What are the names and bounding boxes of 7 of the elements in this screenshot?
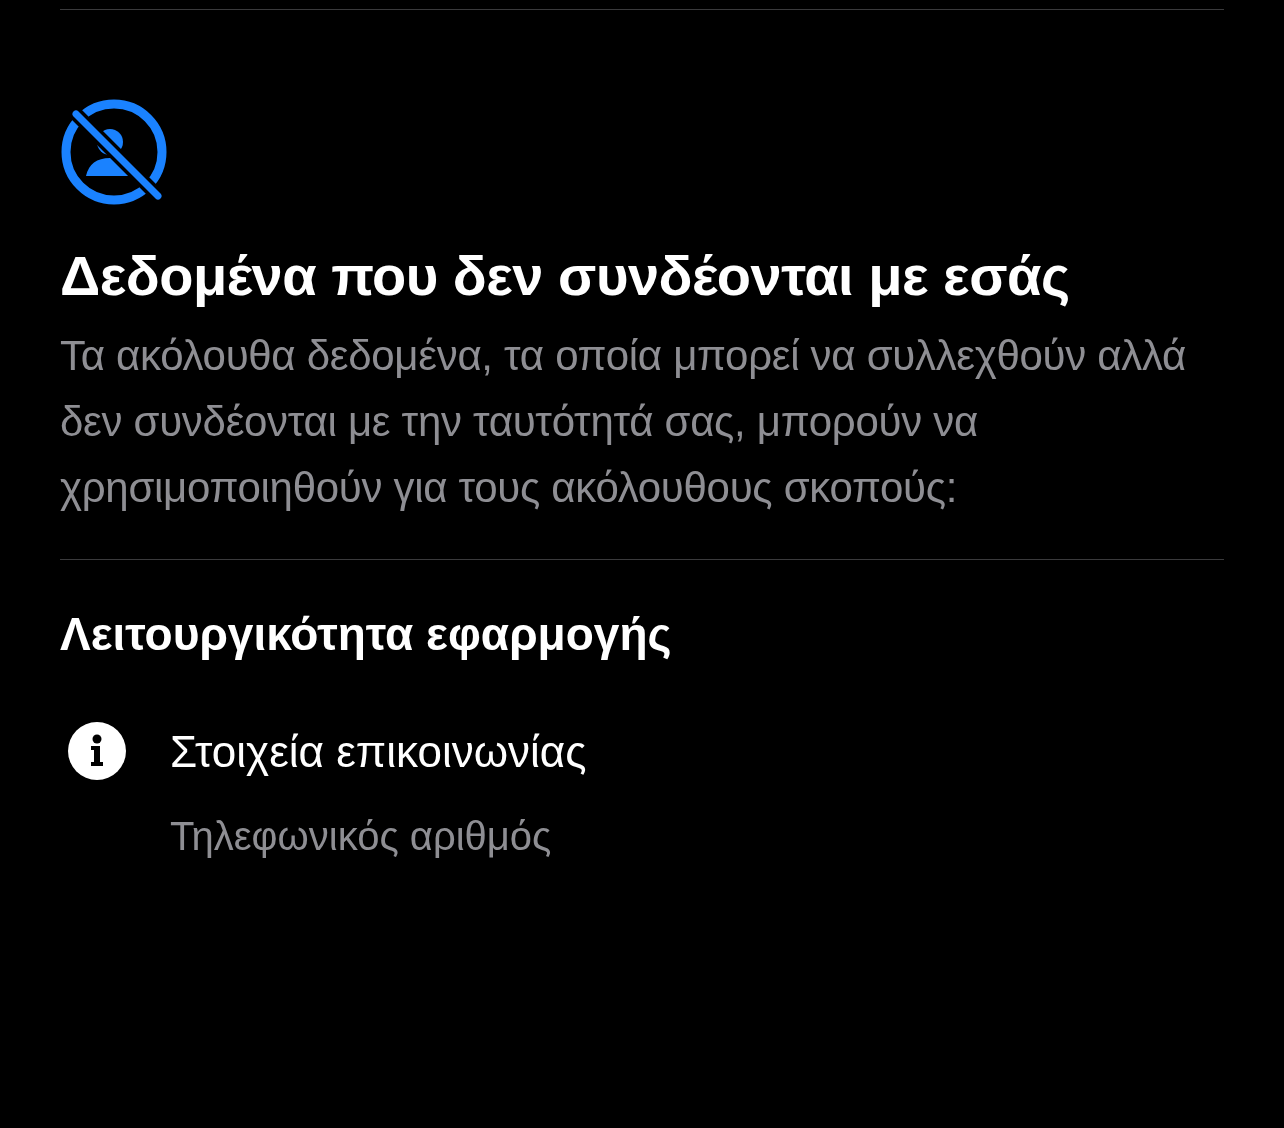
info-icon [68, 722, 126, 780]
section-title: Δεδομένα που δεν συνδέονται με εσάς [60, 243, 1071, 309]
category-heading: Λειτουργικότητα εφαρμογής [60, 607, 673, 662]
description: Τα ακόλουθα δεδομένα, τα οποία μπορεί να συλλεχθούν αλλά δεν συνδέονται με την ταυτότητά σας, μπορούν να χρησιμοποιηθούν για τους ακόλουθους σκοπούς: [60, 331, 1188, 513]
data-type-detail: Τηλεφωνικός αριθμός [170, 813, 553, 860]
person-slash-icon [60, 98, 168, 206]
data-type-label: Στοιχεία επικοινωνίας [170, 726, 587, 778]
